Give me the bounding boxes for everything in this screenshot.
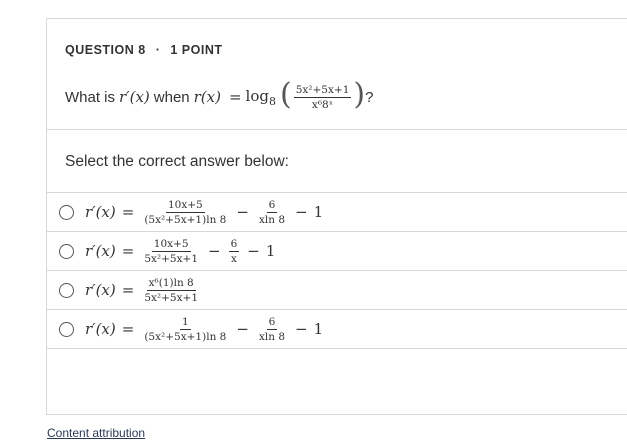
radio-button[interactable] [59,243,74,259]
option-term-1: 10x+5 (5x²+5x+1)ln 8 [142,199,228,226]
term-numerator: 6 [228,237,240,252]
option-term-2: 6 xln 8 [257,199,287,226]
question-card: QUESTION 8 · 1 POINT What is r′(x) when … [46,18,627,415]
option-term-2: 6 x [228,237,240,265]
option-term-2: 6 xln 8 [257,316,287,343]
divider [47,129,627,130]
term-numerator: 6 [266,198,278,213]
question-suffix: ? [365,88,374,106]
answer-option-4[interactable]: r′(x) = 1 (5x²+5x+1)ln 8 − 6 xln 8 − 1 [47,310,627,348]
question-text: What is r′(x) when r(x) = log8 ( 5x²+5x+… [65,77,374,112]
term-denominator: xln 8 [258,330,285,343]
option-term-1: 1 (5x²+5x+1)ln 8 [142,316,228,343]
option-lhs: r′(x) [85,203,116,221]
answer-option-3[interactable]: r′(x) = x⁶(1)ln 8 5x²+5x+1 [47,271,627,309]
term-denominator: xln 8 [258,213,285,226]
answer-option-2[interactable]: r′(x) = 10x+5 5x²+5x+1 − 6 x − 1 [47,232,627,270]
term-denominator: (5x²+5x+1)ln 8 [144,330,227,343]
divider [47,348,627,349]
term-numerator: x⁶(1)ln 8 [146,276,196,291]
question-mid: when [153,88,190,106]
operator: − [295,203,308,221]
question-header: QUESTION 8 · 1 POINT [65,43,222,57]
radio-button[interactable] [59,282,74,298]
fraction-denominator: x⁶8ˣ [311,98,334,111]
question-fraction: 5x²+5x+1 x⁶8ˣ [293,83,352,111]
operator: − [247,242,260,260]
header-dot: · [155,43,161,57]
option-lhs: r′(x) [85,281,116,299]
answer-option-1[interactable]: r′(x) = 10x+5 (5x²+5x+1)ln 8 − 6 xln 8 −… [47,193,627,231]
operator: − [295,320,308,338]
term-denominator: 5x²+5x+1 [144,252,199,265]
question-func: r(x) [193,88,221,106]
term-denominator: (5x²+5x+1)ln 8 [144,213,227,226]
answer-prompt: Select the correct answer below: [65,153,289,170]
question-number: QUESTION 8 [65,43,146,57]
radio-button[interactable] [59,204,74,220]
term-numerator: 10x+5 [151,237,191,252]
operator: − [236,320,249,338]
operator: − [236,203,249,221]
option-term-1: x⁶(1)ln 8 5x²+5x+1 [142,277,200,304]
option-term-3: 1 [313,203,324,221]
option-term-3: 1 [265,242,276,260]
term-denominator: x [230,252,237,265]
option-lhs: r′(x) [85,242,116,260]
term-numerator: 6 [266,315,278,330]
option-lhs: r′(x) [85,320,116,338]
term-denominator: 5x²+5x+1 [144,291,199,304]
question-prefix: What is [65,88,116,106]
radio-button[interactable] [59,321,74,337]
option-term-1: 10x+5 5x²+5x+1 [142,238,200,265]
question-points: 1 POINT [170,43,223,57]
content-attribution-link[interactable]: Content attribution [47,426,145,440]
question-lhs: r′(x) [119,88,150,106]
term-numerator: 10x+5 [165,198,205,213]
log-base: 8 [268,94,276,108]
option-term-3: 1 [313,320,324,338]
term-numerator: 1 [180,315,191,330]
operator: − [208,242,221,260]
fraction-numerator: 5x²+5x+1 [293,83,352,98]
